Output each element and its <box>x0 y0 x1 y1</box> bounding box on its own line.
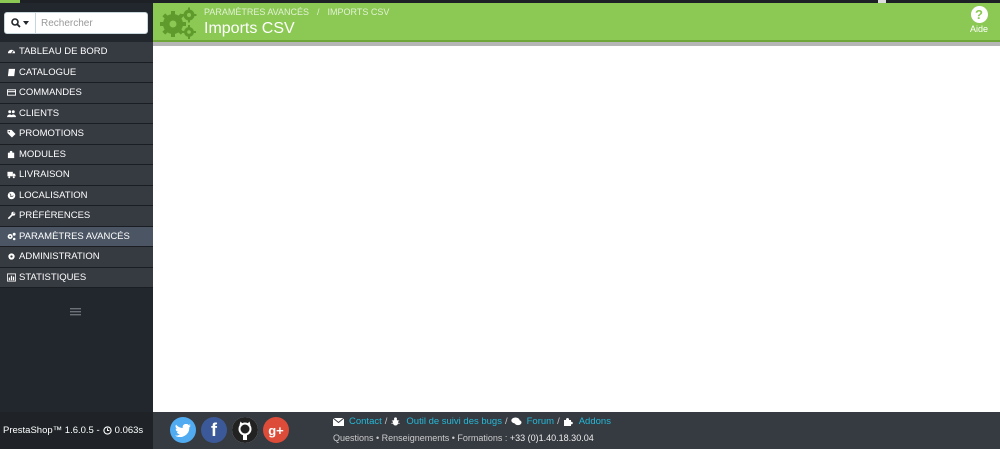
bug-icon <box>390 417 401 426</box>
dashboard-icon <box>5 47 17 57</box>
credit-card-icon <box>5 88 17 98</box>
sidebar-item-label: STATISTIQUES <box>19 271 87 283</box>
collapse-menu-icon[interactable] <box>70 308 81 316</box>
sidebar-item-label: PRÉFÉRENCES <box>19 210 91 222</box>
main-content <box>153 46 1000 412</box>
sidebar-item-label: LOCALISATION <box>19 189 88 201</box>
sidebar-item-localization[interactable]: LOCALISATION <box>0 185 153 206</box>
sidebar-item-dashboard[interactable]: TABLEAU DE BORD <box>0 42 153 63</box>
caret-down-icon <box>23 21 29 25</box>
link-separator: / <box>384 416 388 427</box>
contact-link[interactable]: Contact <box>349 416 382 427</box>
cogs-icon <box>160 7 197 39</box>
load-time: 0.063s <box>114 425 144 436</box>
sidebar-item-catalogue[interactable]: CATALOGUE <box>0 62 153 83</box>
breadcrumb: PARAMÈTRES AVANCÉS / IMPORTS CSV <box>204 7 389 17</box>
version-text: PrestaShop™ 1.6.0.5 - <box>3 425 100 436</box>
tags-icon <box>5 129 17 139</box>
bar-chart-icon <box>5 272 17 282</box>
sidebar-item-label: LIVRAISON <box>19 169 70 181</box>
puzzle-icon <box>563 417 574 426</box>
sidebar-item-label: CATALOGUE <box>19 66 77 78</box>
phone-number: +33 (0)1.40.18.30.04 <box>509 433 594 443</box>
sidebar-item-customers[interactable]: CLIENTS <box>0 103 153 124</box>
sidebar-item-shipping[interactable]: LIVRAISON <box>0 165 153 186</box>
cog-icon <box>5 252 17 262</box>
footer-version: PrestaShop™ 1.6.0.5 - 0.063s <box>0 412 153 449</box>
facebook-icon[interactable]: f <box>201 417 227 443</box>
footer-info: Questions • Renseignements • Formations … <box>333 433 594 443</box>
footer-links: Contact / Outil de suivi des bugs / Foru… <box>333 416 611 427</box>
link-separator: / <box>557 416 560 427</box>
sidebar-item-label: MODULES <box>19 148 66 160</box>
envelope-icon <box>333 417 344 426</box>
search-icon <box>11 18 21 28</box>
help-label: Aide <box>969 24 988 34</box>
sidebar-item-preferences[interactable]: PRÉFÉRENCES <box>0 206 153 227</box>
sidebar-item-label: TABLEAU DE BORD <box>19 46 108 58</box>
search-input[interactable] <box>41 16 145 30</box>
sidebar-item-orders[interactable]: COMMANDES <box>0 83 153 104</box>
clock-icon <box>103 426 112 435</box>
search-box <box>4 12 148 34</box>
sidebar: TABLEAU DE BORD CATALOGUE COMMANDES CLIE… <box>0 3 153 412</box>
breadcrumb-current: IMPORTS CSV <box>327 7 390 17</box>
main-menu: TABLEAU DE BORD CATALOGUE COMMANDES CLIE… <box>0 42 153 288</box>
breadcrumb-parent[interactable]: PARAMÈTRES AVANCÉS <box>204 7 309 17</box>
wrench-icon <box>5 211 17 221</box>
sidebar-item-label: PROMOTIONS <box>19 128 84 140</box>
google-plus-icon[interactable]: g+ <box>263 417 289 443</box>
sidebar-item-statistics[interactable]: STATISTIQUES <box>0 267 153 288</box>
sidebar-item-advanced-parameters[interactable]: PARAMÈTRES AVANCÉS <box>0 226 153 247</box>
bug-tracker-link[interactable]: Outil de suivi des bugs <box>406 416 502 427</box>
github-icon[interactable] <box>232 417 258 443</box>
book-icon <box>5 67 17 77</box>
sidebar-item-label: COMMANDES <box>19 87 82 99</box>
breadcrumb-separator: / <box>317 7 320 17</box>
users-icon <box>5 108 17 118</box>
sidebar-item-modules[interactable]: MODULES <box>0 144 153 165</box>
help-button[interactable]: ? Aide <box>968 6 990 34</box>
globe-icon <box>5 190 17 200</box>
sidebar-item-label: PARAMÈTRES AVANCÉS <box>19 230 130 242</box>
search-dropdown-button[interactable] <box>5 13 36 33</box>
twitter-icon[interactable] <box>170 417 196 443</box>
link-separator: / <box>504 416 508 427</box>
info-text: Questions • Renseignements • Formations … <box>333 433 510 443</box>
puzzle-icon <box>5 149 17 159</box>
cogs-icon <box>5 231 17 241</box>
forum-link[interactable]: Forum <box>527 416 554 427</box>
addons-link[interactable]: Addons <box>579 416 611 427</box>
sidebar-item-administration[interactable]: ADMINISTRATION <box>0 247 153 268</box>
truck-icon <box>5 170 17 180</box>
footer: PrestaShop™ 1.6.0.5 - 0.063s f g+ Contac… <box>0 412 1000 449</box>
sidebar-item-promotions[interactable]: PROMOTIONS <box>0 124 153 145</box>
social-links: f g+ <box>170 417 289 443</box>
page-header: PARAMÈTRES AVANCÉS / IMPORTS CSV Imports… <box>153 3 1000 40</box>
comments-icon <box>510 417 522 426</box>
question-icon: ? <box>970 6 988 23</box>
sidebar-item-label: CLIENTS <box>19 107 60 119</box>
page-title: Imports CSV <box>204 20 295 37</box>
sidebar-item-label: ADMINISTRATION <box>19 251 100 263</box>
